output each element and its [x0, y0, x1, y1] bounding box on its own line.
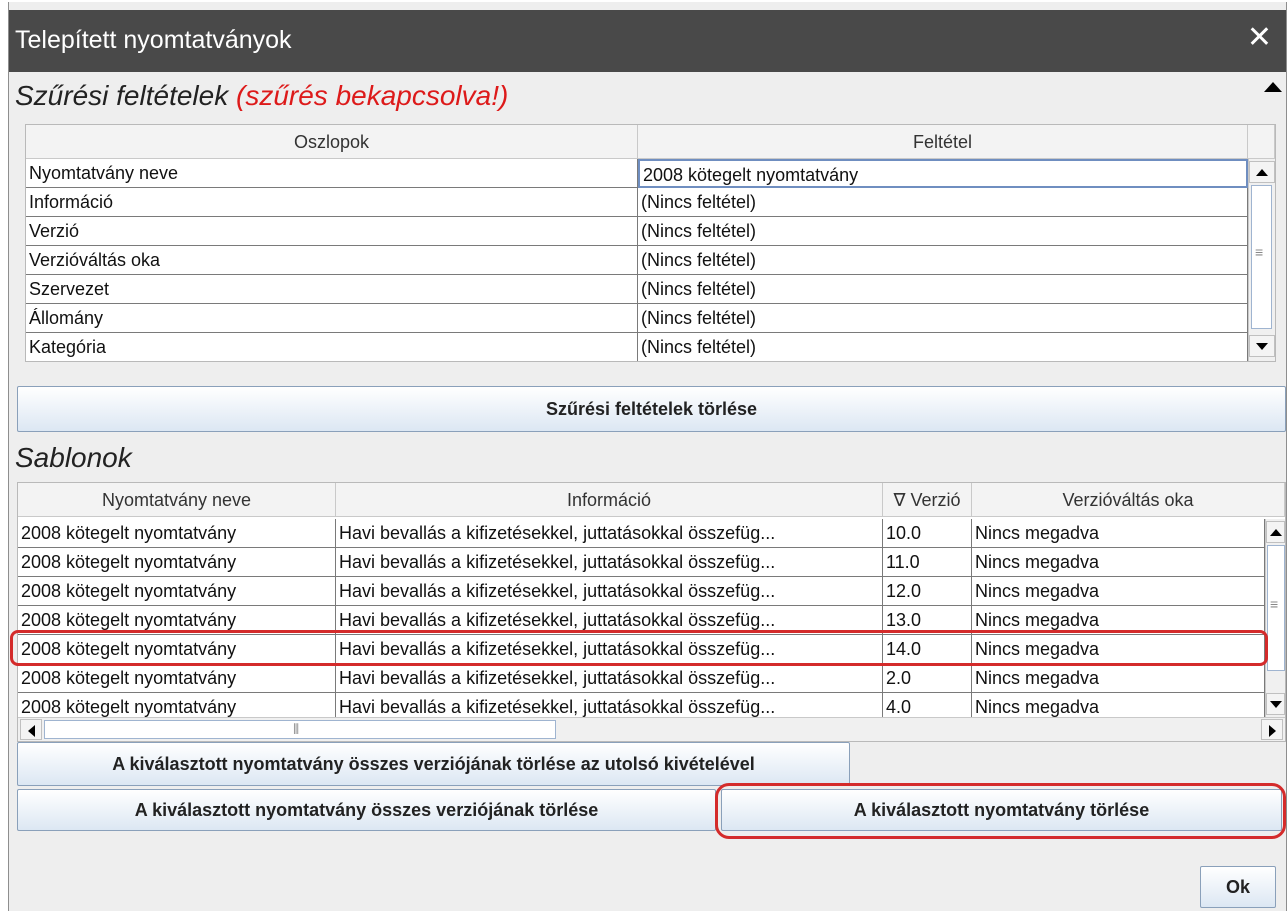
filter-cell-column: Állomány	[26, 304, 638, 333]
template-cell-reason: Nincs megadva	[972, 548, 1265, 577]
scroll-down-icon[interactable]	[1266, 693, 1285, 715]
template-cell-version: 14.0	[883, 635, 972, 664]
close-icon[interactable]: ✕	[1247, 20, 1272, 55]
filter-cell-condition[interactable]: 2008 kötegelt nyomtatvány	[638, 159, 1248, 188]
template-cell-name: 2008 kötegelt nyomtatvány	[18, 548, 336, 577]
filter-cell-condition[interactable]: (Nincs feltétel)	[638, 275, 1248, 304]
filter-cell-condition[interactable]: (Nincs feltétel)	[638, 217, 1248, 246]
scroll-thumb[interactable]: ⦀	[44, 720, 556, 739]
filter-cell-condition[interactable]: (Nincs feltétel)	[638, 333, 1248, 361]
templates-col-header-version[interactable]: ∇ Verzió	[883, 483, 972, 517]
scroll-up-icon[interactable]	[1249, 161, 1275, 183]
template-cell-version: 13.0	[883, 606, 972, 635]
filter-col-header-condition[interactable]: Feltétel	[638, 125, 1248, 159]
filter-cell-column: Verzióváltás oka	[26, 246, 638, 275]
filter-section-title: Szűrési feltételek (szűrés bekapcsolva!)	[15, 80, 508, 112]
template-cell-info: Havi bevallás a kifizetésekkel, juttatás…	[336, 635, 883, 664]
scroll-down-icon[interactable]	[1249, 335, 1275, 357]
template-cell-version: 10.0	[883, 519, 972, 548]
templates-col-header-info[interactable]: Információ	[336, 483, 883, 517]
template-cell-info: Havi bevallás a kifizetésekkel, juttatás…	[336, 519, 883, 548]
title-bar: Telepített nyomtatványok ✕	[9, 10, 1286, 72]
filter-cell-condition[interactable]: (Nincs feltétel)	[638, 188, 1248, 217]
template-cell-reason: Nincs megadva	[972, 664, 1265, 693]
template-cell-info: Havi bevallás a kifizetésekkel, juttatás…	[336, 664, 883, 693]
collapse-arrow-icon[interactable]	[1264, 82, 1282, 92]
filter-cell-column: Kategória	[26, 333, 638, 361]
filter-col-header-columns[interactable]: Oszlopok	[26, 125, 638, 159]
filter-title: Szűrési feltételek	[15, 80, 229, 111]
delete-all-versions-button[interactable]: A kiválasztott nyomtatvány összes verzió…	[17, 789, 716, 831]
clear-filter-button[interactable]: Szűrési feltételek törlése	[17, 386, 1286, 432]
templates-section-title: Sablonok	[15, 442, 132, 473]
template-cell-reason: Nincs megadva	[972, 606, 1265, 635]
filter-vertical-scrollbar[interactable]: ≡	[1248, 159, 1275, 361]
scroll-thumb[interactable]: ≡	[1251, 185, 1272, 329]
templates-horizontal-scrollbar[interactable]: ⦀	[18, 717, 1285, 741]
window-title: Telepített nyomtatványok	[15, 26, 292, 54]
templates-vertical-scrollbar[interactable]: ≡	[1265, 519, 1285, 717]
filter-cell-column: Információ	[26, 188, 638, 217]
scroll-left-icon[interactable]	[20, 719, 42, 740]
template-cell-info: Havi bevallás a kifizetésekkel, juttatás…	[336, 577, 883, 606]
delete-all-but-last-button[interactable]: A kiválasztott nyomtatvány összes verzió…	[17, 742, 850, 786]
filter-cell-column: Nyomtatvány neve	[26, 159, 638, 188]
ok-button[interactable]: Ok	[1200, 866, 1276, 908]
template-cell-reason: Nincs megadva	[972, 635, 1265, 664]
installed-forms-dialog: Telepített nyomtatványok ✕ Szűrési felté…	[8, 2, 1287, 911]
scroll-right-icon[interactable]	[1261, 719, 1283, 740]
scroll-thumb[interactable]: ≡	[1267, 545, 1285, 671]
filter-cell-column: Szervezet	[26, 275, 638, 304]
templates-col-header-reason[interactable]: Verzióváltás oka	[972, 483, 1285, 517]
template-cell-version: 12.0	[883, 577, 972, 606]
scroll-up-icon[interactable]	[1266, 521, 1285, 543]
templates-table: Nyomtatvány neve Információ ∇ Verzió Ver…	[17, 482, 1286, 742]
filter-header-corner	[1248, 125, 1275, 159]
filter-table: Oszlopok Feltétel Nyomtatvány neve 2008 …	[25, 124, 1276, 362]
filter-status: (szűrés bekapcsolva!)	[236, 80, 509, 111]
filter-cell-condition[interactable]: (Nincs feltétel)	[638, 246, 1248, 275]
filter-cell-column: Verzió	[26, 217, 638, 246]
template-cell-info: Havi bevallás a kifizetésekkel, juttatás…	[336, 548, 883, 577]
templates-col-header-name[interactable]: Nyomtatvány neve	[18, 483, 336, 517]
template-cell-version: 11.0	[883, 548, 972, 577]
template-cell-reason: Nincs megadva	[972, 577, 1265, 606]
delete-selected-button[interactable]: A kiválasztott nyomtatvány törlése	[721, 789, 1282, 831]
template-cell-version: 2.0	[883, 664, 972, 693]
template-cell-info: Havi bevallás a kifizetésekkel, juttatás…	[336, 606, 883, 635]
template-cell-reason: Nincs megadva	[972, 519, 1265, 548]
template-cell-name: 2008 kötegelt nyomtatvány	[18, 519, 336, 548]
template-cell-name: 2008 kötegelt nyomtatvány	[18, 577, 336, 606]
template-cell-name: 2008 kötegelt nyomtatvány	[18, 664, 336, 693]
template-cell-name: 2008 kötegelt nyomtatvány	[18, 635, 336, 664]
template-cell-name: 2008 kötegelt nyomtatvány	[18, 606, 336, 635]
filter-cell-condition[interactable]: (Nincs feltétel)	[638, 304, 1248, 333]
